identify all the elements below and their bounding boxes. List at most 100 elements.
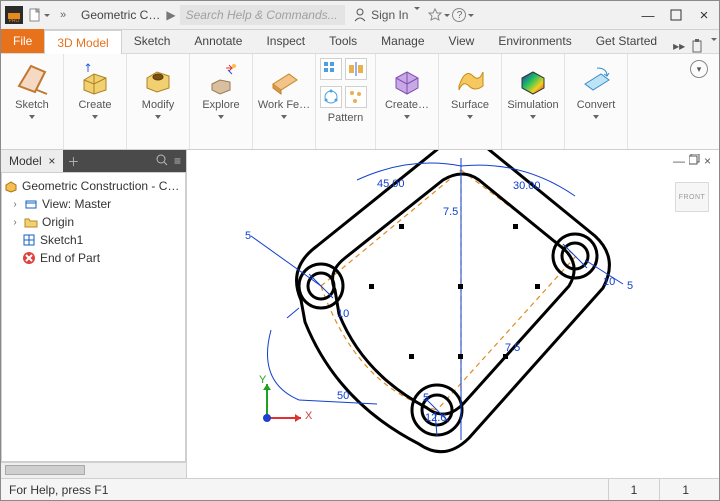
breadcrumb-arrow-icon[interactable]: ▶	[166, 8, 175, 22]
window-close-button[interactable]: ×	[693, 5, 715, 25]
tree-root-label: Geometric Construction - CAD.ipt	[22, 179, 183, 193]
surface-button[interactable]: Surface	[441, 58, 499, 134]
expand-icon[interactable]: ›	[10, 199, 20, 210]
browser-tab-close-icon[interactable]: ×	[48, 154, 55, 168]
create-freeform-button[interactable]: Create…	[378, 58, 436, 134]
status-cell-1: 1	[608, 479, 660, 500]
tree-item-view[interactable]: › View: Master	[4, 195, 183, 213]
panel-pattern-label: Pattern	[320, 112, 371, 124]
browser-menu-icon[interactable]: ≡	[174, 154, 180, 168]
part-icon	[4, 179, 18, 193]
tab-inspect[interactable]: Inspect	[254, 29, 317, 53]
search-input[interactable]: Search Help & Commands...	[180, 5, 346, 25]
panel-surface-label: Surface	[441, 99, 499, 111]
qat-overflow-icon[interactable]: »	[52, 4, 74, 26]
explore-button[interactable]: Explore	[192, 58, 250, 134]
tab-annotate[interactable]: Annotate	[182, 29, 254, 53]
panel-surface-dropdown[interactable]	[467, 114, 473, 125]
convert-button[interactable]: Convert	[567, 58, 625, 134]
status-bar: For Help, press F1 1 1	[1, 478, 719, 500]
create-button[interactable]: Create	[66, 58, 124, 134]
file-tab[interactable]: File	[1, 29, 44, 53]
panel-create-dropdown[interactable]	[92, 114, 98, 125]
sketch-drawing	[187, 150, 717, 478]
tab-3d-model[interactable]: 3D Model	[44, 30, 121, 54]
tab-view[interactable]: View	[437, 29, 487, 53]
ribbon: Sketch Create Modify	[1, 54, 719, 150]
tree-item-label: View: Master	[42, 197, 111, 211]
panel-explore: Explore	[190, 54, 253, 149]
sketch-button[interactable]: Sketch	[3, 58, 61, 134]
end-icon	[22, 251, 36, 265]
sign-in-button[interactable]: Sign In	[353, 8, 420, 22]
plane-icon	[267, 62, 301, 96]
panel-pattern: Pattern	[316, 54, 376, 149]
model-tree[interactable]: Geometric Construction - CAD.ipt › View:…	[1, 172, 186, 462]
window-minimize-button[interactable]: —	[637, 5, 659, 25]
expand-icon[interactable]: ›	[10, 217, 20, 228]
rect-pattern-button[interactable]	[320, 58, 342, 80]
extrude-icon	[78, 62, 112, 96]
ribbon-appearance-button[interactable]: ▾	[690, 60, 708, 78]
panel-createff: Create…	[376, 54, 439, 149]
convert-icon	[579, 62, 613, 96]
doc-title: Geometric C…	[81, 8, 160, 22]
tab-clipboard-icon[interactable]	[691, 39, 703, 53]
panel-createff-dropdown[interactable]	[404, 114, 410, 125]
qat-new-doc[interactable]	[28, 4, 50, 26]
folder-icon	[24, 215, 38, 229]
simulation-button[interactable]: Simulation	[504, 58, 562, 134]
sketch-item-icon	[22, 233, 36, 247]
tab-overflow-icon[interactable]: ▸▸	[673, 39, 685, 53]
app-icon: PRO	[5, 6, 23, 24]
tab-tools[interactable]: Tools	[317, 29, 369, 53]
browser-add-tab[interactable]: ＋	[63, 153, 83, 170]
box-ff-icon	[390, 62, 424, 96]
graphics-canvas[interactable]: — × FRONT	[187, 150, 719, 478]
panel-workfeatures-label: Work Fe…	[255, 99, 313, 111]
sign-in-dropdown-icon	[412, 8, 420, 22]
tree-item-endofpart[interactable]: End of Part	[4, 249, 183, 267]
browser-horizontal-scrollbar[interactable]	[1, 462, 186, 478]
panel-convert-dropdown[interactable]	[593, 114, 599, 125]
panel-modify-dropdown[interactable]	[155, 114, 161, 125]
tree-item-origin[interactable]: › Origin	[4, 213, 183, 231]
panel-explore-dropdown[interactable]	[218, 114, 224, 125]
browser-search-icon[interactable]	[156, 154, 168, 168]
simulation-icon	[516, 62, 550, 96]
model-browser: Model × ＋ ≡ Geometric Construction - CAD…	[1, 150, 187, 478]
window-restore-button[interactable]	[665, 5, 687, 25]
tab-environments[interactable]: Environments	[486, 29, 583, 53]
tree-item-sketch1[interactable]: Sketch1	[4, 231, 183, 249]
panel-convert-label: Convert	[567, 99, 625, 111]
panel-sketch-dropdown[interactable]	[29, 114, 35, 125]
favorites-button[interactable]	[428, 4, 450, 26]
sketch-driven-button[interactable]	[345, 86, 367, 108]
panel-surface: Surface	[439, 54, 502, 149]
tree-root[interactable]: Geometric Construction - CAD.ipt	[4, 177, 183, 195]
title-bar: PRO » Geometric C… ▶ Search Help & Comma…	[1, 1, 719, 30]
hole-icon	[141, 62, 175, 96]
tab-sketch[interactable]: Sketch	[122, 29, 183, 53]
circ-pattern-button[interactable]	[320, 86, 342, 108]
star-icon	[428, 8, 442, 22]
panel-convert: Convert	[565, 54, 628, 149]
tab-manage[interactable]: Manage	[369, 29, 436, 53]
panel-workfeatures-dropdown[interactable]	[281, 114, 287, 125]
status-cell-2: 1	[659, 479, 711, 500]
panel-simulation-dropdown[interactable]	[530, 114, 536, 125]
tab-options-dropdown[interactable]	[709, 39, 717, 53]
panel-workfeatures: Work Fe…	[253, 54, 316, 149]
mirror-button[interactable]	[345, 58, 367, 80]
panel-sketch-label: Sketch	[3, 99, 61, 111]
tab-get-started[interactable]: Get Started	[584, 29, 669, 53]
surface-icon	[453, 62, 487, 96]
modify-button[interactable]: Modify	[129, 58, 187, 134]
status-help-text: For Help, press F1	[9, 483, 108, 497]
tree-item-label: End of Part	[40, 251, 100, 265]
panel-modify-label: Modify	[129, 99, 187, 111]
browser-tab-model[interactable]: Model ×	[1, 150, 63, 172]
user-icon	[353, 8, 367, 22]
help-button[interactable]: ?	[452, 4, 474, 26]
workfeatures-button[interactable]: Work Fe…	[255, 58, 313, 134]
